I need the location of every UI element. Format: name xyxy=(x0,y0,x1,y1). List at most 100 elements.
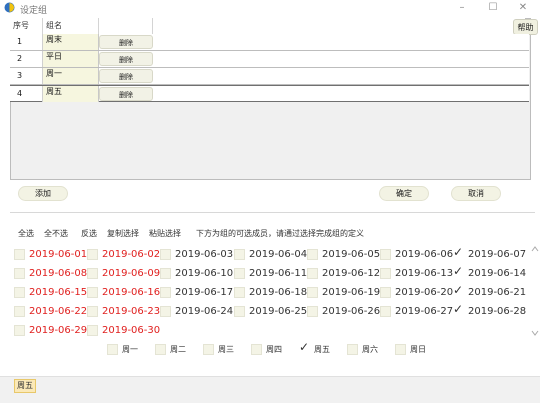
row-number: 4 xyxy=(10,86,43,102)
date-label: 2019-06-22 xyxy=(29,306,88,317)
delete-button[interactable]: 删除 xyxy=(99,69,153,83)
checkbox-box xyxy=(380,249,391,260)
ok-button[interactable]: 确定 xyxy=(379,186,429,201)
add-button[interactable]: 添加 xyxy=(18,186,68,201)
weekday-label: 周四 xyxy=(266,345,282,354)
checkmark-icon: ✓ xyxy=(453,302,464,316)
group-name-cell[interactable]: 周一 xyxy=(43,68,99,84)
table-row[interactable]: 1 周末 删除 xyxy=(10,34,529,51)
checkbox-box xyxy=(203,344,214,355)
weekday-label: 周日 xyxy=(410,345,426,354)
checkbox-box xyxy=(14,287,25,298)
paste-selection-link[interactable]: 粘贴选择 xyxy=(149,228,181,239)
invert-selection-link[interactable]: 反选 xyxy=(81,228,97,239)
date-label: 2019-06-03 xyxy=(175,249,234,260)
cancel-button[interactable]: 取消 xyxy=(451,186,501,201)
group-name-cell[interactable]: 周末 xyxy=(43,34,99,50)
checkbox-box xyxy=(87,249,98,260)
date-label: 2019-06-02 xyxy=(102,249,161,260)
help-button[interactable]: 帮助 xyxy=(513,19,538,35)
date-label: 2019-06-16 xyxy=(102,287,161,298)
table-row[interactable]: 3 周一 删除 xyxy=(10,68,529,85)
checkbox-box xyxy=(251,344,262,355)
delete-button[interactable]: 删除 xyxy=(99,35,153,49)
selection-hint: 下方为组的可选成员，请通过选择完成组的定义 xyxy=(196,229,364,238)
date-label: 2019-06-06 xyxy=(395,249,454,260)
group-name-cell[interactable]: 平日 xyxy=(43,51,99,67)
app-logo-icon xyxy=(4,2,15,13)
checkbox-box xyxy=(160,268,171,279)
header-name: 组名 xyxy=(43,18,99,34)
date-label: 2019-06-09 xyxy=(102,268,161,279)
checkbox-box xyxy=(14,249,25,260)
date-label: 2019-06-12 xyxy=(322,268,381,279)
select-none-link[interactable]: 全不选 xyxy=(44,228,68,239)
date-label: 2019-06-27 xyxy=(395,306,454,317)
checkbox-box xyxy=(87,287,98,298)
header-no: 序号 xyxy=(10,18,43,34)
date-label: 2019-06-17 xyxy=(175,287,234,298)
table-row[interactable]: 2 平日 删除 xyxy=(10,51,529,68)
date-label: 2019-06-29 xyxy=(29,325,88,336)
date-label: 2019-06-24 xyxy=(175,306,234,317)
checkmark-icon: ✓ xyxy=(453,264,464,278)
checkbox-box xyxy=(87,268,98,279)
checkbox-box xyxy=(87,306,98,317)
date-label: 2019-06-04 xyxy=(249,249,308,260)
table-row[interactable]: 4 周五 删除 xyxy=(10,85,529,102)
header-action xyxy=(99,18,153,34)
date-label: 2019-06-08 xyxy=(29,268,88,279)
date-label: 2019-06-07 xyxy=(468,249,527,260)
checkbox-box xyxy=(160,306,171,317)
checkbox-box xyxy=(234,306,245,317)
checkbox-box xyxy=(234,287,245,298)
weekday-label: 周二 xyxy=(170,345,186,354)
weekday-label: 周六 xyxy=(362,345,378,354)
date-label: 2019-06-05 xyxy=(322,249,381,260)
checkbox-box xyxy=(380,268,391,279)
checkbox-box xyxy=(307,306,318,317)
close-icon[interactable]: ✕ xyxy=(512,1,534,15)
checkmark-icon: ✓ xyxy=(453,283,464,297)
status-bar xyxy=(0,376,540,403)
date-label: 2019-06-01 xyxy=(29,249,88,260)
date-label: 2019-06-14 xyxy=(468,268,527,279)
select-all-link[interactable]: 全选 xyxy=(18,228,34,239)
checkbox-box xyxy=(380,306,391,317)
checkbox-box xyxy=(155,344,166,355)
date-label: 2019-06-26 xyxy=(322,306,381,317)
checkbox-box xyxy=(160,249,171,260)
date-label: 2019-06-21 xyxy=(468,287,527,298)
current-group-label: 周五 xyxy=(14,379,36,393)
date-label: 2019-06-13 xyxy=(395,268,454,279)
date-label: 2019-06-19 xyxy=(322,287,381,298)
weekday-label: 周一 xyxy=(122,345,138,354)
maximize-icon[interactable]: ☐ xyxy=(482,1,504,15)
checkbox-box xyxy=(307,287,318,298)
date-label: 2019-06-15 xyxy=(29,287,88,298)
checkbox-box xyxy=(87,325,98,336)
checkbox-box xyxy=(14,325,25,336)
checkbox-box xyxy=(234,268,245,279)
divider xyxy=(10,212,535,213)
row-number: 3 xyxy=(10,68,43,84)
checkbox-box xyxy=(14,268,25,279)
date-label: 2019-06-30 xyxy=(102,325,161,336)
date-label: 2019-06-20 xyxy=(395,287,454,298)
group-name-cell[interactable]: 周五 xyxy=(43,86,99,102)
checkmark-icon: ✓ xyxy=(453,245,464,259)
window-title: 设定组 xyxy=(20,6,48,16)
date-label: 2019-06-10 xyxy=(175,268,234,279)
checkbox-box xyxy=(107,344,118,355)
checkmark-icon: ✓ xyxy=(299,340,310,354)
delete-button[interactable]: 删除 xyxy=(99,52,153,66)
delete-button[interactable]: 删除 xyxy=(99,87,153,101)
row-number: 1 xyxy=(10,34,43,50)
date-label: 2019-06-28 xyxy=(468,306,527,317)
scrollbar[interactable] xyxy=(531,246,539,336)
checkbox-box xyxy=(395,344,406,355)
checkbox-box xyxy=(234,249,245,260)
copy-selection-link[interactable]: 复制选择 xyxy=(107,228,139,239)
date-label: 2019-06-18 xyxy=(249,287,308,298)
minimize-icon[interactable]: – xyxy=(451,1,473,15)
